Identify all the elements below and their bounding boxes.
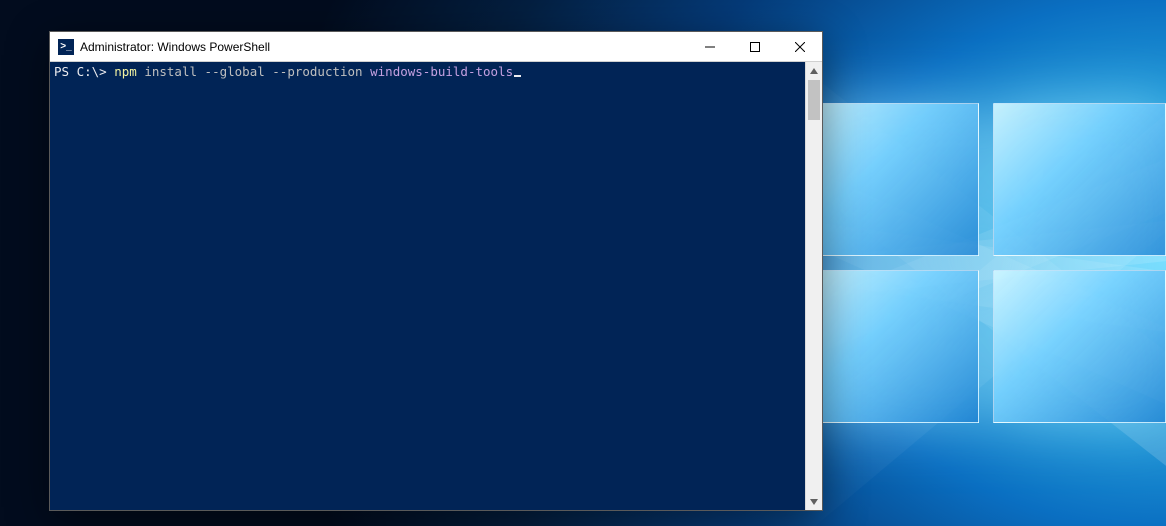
command-flags: --global --production (205, 64, 371, 79)
scroll-down-arrow-icon[interactable] (806, 493, 822, 510)
command-npm: npm (114, 64, 144, 79)
titlebar[interactable]: >_ Administrator: Windows PowerShell (50, 32, 822, 62)
scroll-up-arrow-icon[interactable] (806, 62, 822, 79)
window-client-area: PS C:\> npm install --global --productio… (50, 62, 822, 510)
terminal-output[interactable]: PS C:\> npm install --global --productio… (50, 62, 805, 510)
maximize-button[interactable] (732, 32, 777, 61)
prompt-prefix: PS C:\> (54, 64, 114, 79)
window-title: Administrator: Windows PowerShell (80, 40, 270, 54)
windows-logo (806, 103, 1166, 423)
command-install: install (144, 64, 204, 79)
minimize-button[interactable] (687, 32, 732, 61)
powershell-window: >_ Administrator: Windows PowerShell PS … (49, 31, 823, 511)
scroll-thumb[interactable] (808, 80, 820, 120)
command-package: windows-build-tools (370, 64, 513, 79)
vertical-scrollbar[interactable] (805, 62, 822, 510)
powershell-icon-glyph: >_ (60, 41, 71, 52)
windows-desktop: >_ Administrator: Windows PowerShell PS … (0, 0, 1166, 526)
close-button[interactable] (777, 32, 822, 61)
text-cursor (514, 75, 521, 77)
powershell-icon: >_ (58, 39, 74, 55)
